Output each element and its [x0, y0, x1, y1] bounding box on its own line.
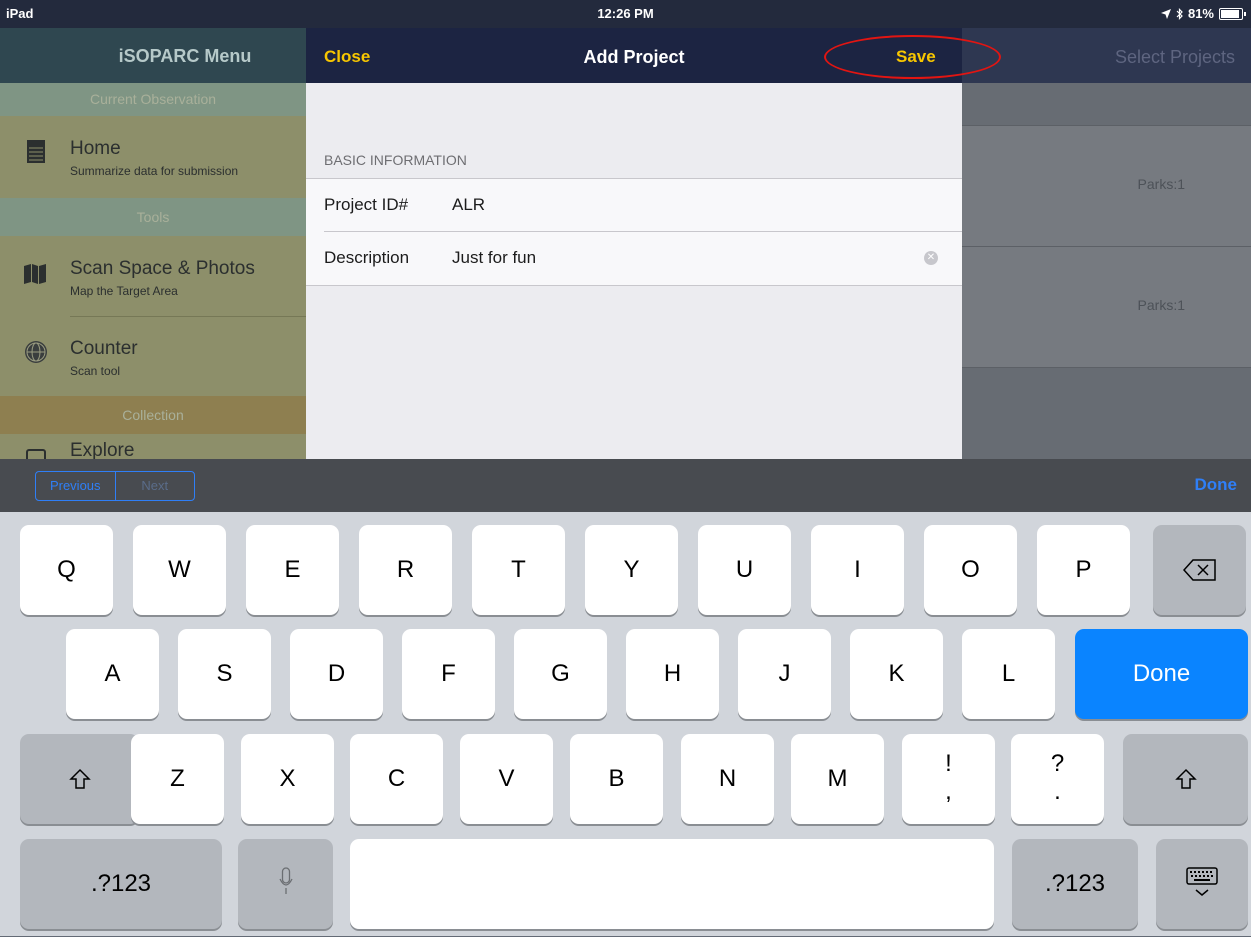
key-a[interactable]: A [66, 629, 159, 719]
status-icons: 81% [1160, 6, 1246, 21]
prev-next-control: Previous Next [35, 471, 195, 501]
project-parks-count: Parks:1 [1137, 176, 1185, 192]
key-i[interactable]: I [811, 525, 904, 615]
sidebar-item-scan-space[interactable]: Scan Space & Photos Map the Target Area [0, 236, 306, 318]
description-row[interactable]: Description Just for fun ✕ [306, 232, 962, 284]
project-cell[interactable]: Parks:1 [962, 246, 1251, 368]
key-upper-char: ! [945, 750, 952, 777]
sidebar-item-title: Home [70, 138, 121, 159]
sidebar-item-subtitle: Scan tool [70, 364, 121, 378]
key-u[interactable]: U [698, 525, 791, 615]
section-tools: Tools [0, 198, 306, 236]
sidebar-item-title: Counter [70, 338, 138, 359]
key-lower-char: . [1054, 778, 1061, 805]
section-collection: Collection [0, 396, 306, 434]
background-panel: Select Projects Parks:1 Parks:1 [962, 28, 1251, 460]
key-d[interactable]: D [290, 629, 383, 719]
battery-icon [1219, 7, 1246, 20]
project-id-label: Project ID# [324, 195, 409, 214]
key-n[interactable]: N [681, 734, 774, 824]
accessory-done-button[interactable]: Done [1195, 475, 1238, 495]
key-j[interactable]: J [738, 629, 831, 719]
panel-spacer [962, 83, 1251, 125]
key-b[interactable]: B [570, 734, 663, 824]
key-o[interactable]: O [924, 525, 1017, 615]
space-bar[interactable] [350, 839, 994, 929]
form-table: Project ID# ALR Description Just for fun… [306, 178, 962, 286]
shift-key-right[interactable] [1123, 734, 1248, 824]
sidebar-item-subtitle: Summarize data for submission [70, 164, 239, 178]
battery-percent: 81% [1187, 6, 1214, 21]
sidebar-item-title: Scan Space & Photos [70, 258, 255, 279]
keyboard-done-key[interactable]: Done [1075, 629, 1248, 719]
key-t[interactable]: T [472, 525, 565, 615]
dictation-key[interactable] [238, 839, 333, 929]
sidebar-item-home[interactable]: Home Summarize data for submission [0, 116, 306, 198]
status-bar: iPad 12:26 PM 81% [0, 0, 1251, 28]
map-icon [24, 264, 46, 284]
keyboard-accessory-bar: Previous Next Done [0, 459, 1251, 512]
project-parks-count: Parks:1 [1137, 297, 1185, 313]
numbers-key-left[interactable]: .?123 [20, 839, 222, 929]
key-exclamation-comma[interactable]: ! , [902, 734, 995, 824]
sidebar-menu: iSOPARC Menu Current Observation Home Su… [0, 28, 370, 460]
notepad-icon [27, 140, 45, 163]
key-c[interactable]: C [350, 734, 443, 824]
divider [70, 316, 306, 317]
backspace-icon [1182, 559, 1216, 581]
description-field[interactable]: Just for fun [452, 248, 536, 268]
key-e[interactable]: E [246, 525, 339, 615]
backspace-key[interactable] [1153, 525, 1246, 615]
close-button[interactable]: Close [324, 47, 370, 67]
modal-navbar: Add Project Close Save [306, 28, 1001, 83]
clear-text-icon[interactable]: ✕ [924, 251, 938, 265]
key-f[interactable]: F [402, 629, 495, 719]
key-s[interactable]: S [178, 629, 271, 719]
key-p[interactable]: P [1037, 525, 1130, 615]
key-q[interactable]: Q [20, 525, 113, 615]
key-h[interactable]: H [626, 629, 719, 719]
key-upper-char: ? [1050, 750, 1065, 777]
sidebar-item-subtitle: Map the Target Area [70, 284, 178, 298]
project-id-field[interactable]: ALR [452, 195, 485, 215]
shift-key-left[interactable] [20, 734, 139, 824]
select-projects-button[interactable]: Select Projects [962, 28, 1251, 83]
key-lower-char: , [945, 778, 952, 805]
key-question-period[interactable]: ? . [1011, 734, 1104, 824]
section-current-observation: Current Observation [0, 83, 306, 116]
clock: 12:26 PM [597, 6, 654, 21]
key-x[interactable]: X [241, 734, 334, 824]
location-arrow-icon [1160, 8, 1171, 19]
key-y[interactable]: Y [585, 525, 678, 615]
globe-icon [25, 341, 47, 363]
add-project-modal: Add Project Close Save BASIC INFORMATION… [306, 28, 1001, 460]
sidebar-item-explore[interactable]: Explore [0, 434, 306, 460]
section-header: BASIC INFORMATION [324, 152, 467, 168]
sidebar-item-counter[interactable]: Counter Scan tool [0, 318, 306, 396]
key-v[interactable]: V [460, 734, 553, 824]
save-highlight-circle [824, 35, 1001, 79]
key-l[interactable]: L [962, 629, 1055, 719]
key-k[interactable]: K [850, 629, 943, 719]
keyboard-dismiss-icon [1186, 867, 1218, 896]
shift-icon [68, 768, 91, 789]
description-label: Description [324, 248, 410, 267]
hide-keyboard-key[interactable] [1156, 839, 1248, 929]
previous-button[interactable]: Previous [36, 472, 116, 500]
key-g[interactable]: G [514, 629, 607, 719]
keyboard: Q W E R T Y U I O P A S D F G H J K L Do… [0, 512, 1251, 936]
next-button[interactable]: Next [116, 472, 195, 500]
key-m[interactable]: M [791, 734, 884, 824]
sidebar-item-title: Explore [70, 440, 135, 460]
numbers-key-right[interactable]: .?123 [1012, 839, 1138, 929]
microphone-icon [278, 867, 293, 894]
bluetooth-icon [1176, 7, 1183, 20]
key-z[interactable]: Z [131, 734, 224, 824]
key-r[interactable]: R [359, 525, 452, 615]
project-cell[interactable]: Parks:1 [962, 125, 1251, 247]
shift-icon [1174, 768, 1197, 789]
key-w[interactable]: W [133, 525, 226, 615]
project-id-row[interactable]: Project ID# ALR [306, 179, 962, 231]
